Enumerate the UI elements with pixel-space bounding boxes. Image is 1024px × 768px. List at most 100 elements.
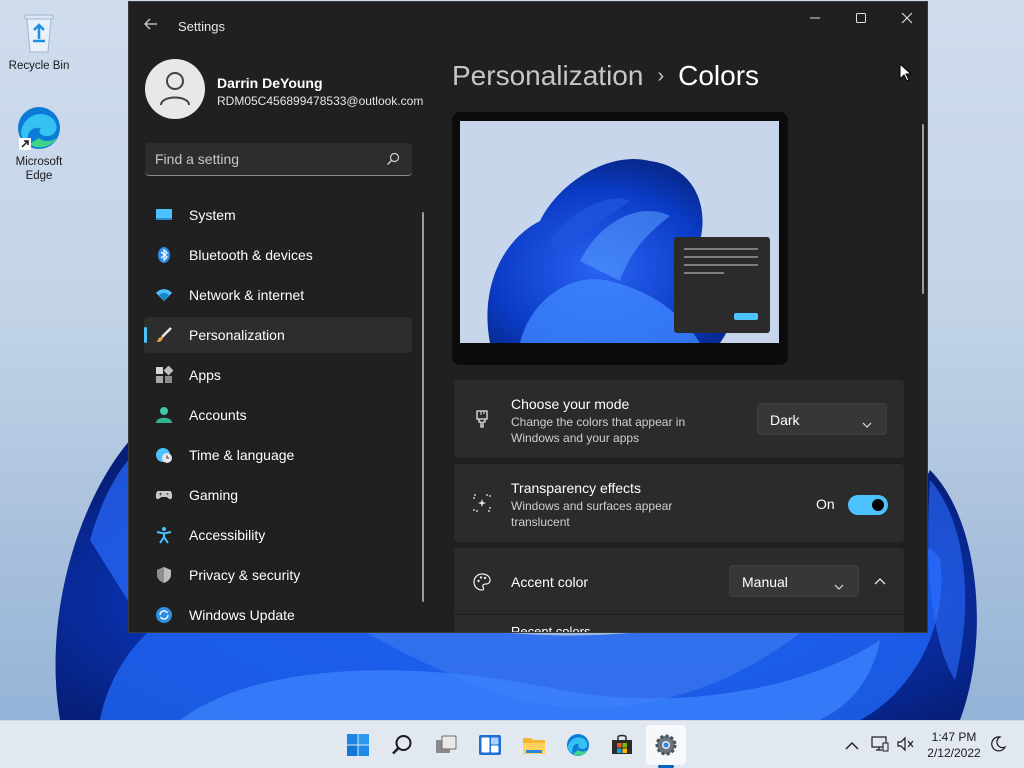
recent-colors-label: Recent colors — [511, 624, 591, 633]
edge-icon — [567, 734, 589, 756]
nav-item-time-language[interactable]: Time & language — [144, 437, 412, 473]
back-button[interactable] — [143, 16, 161, 34]
mode-dropdown[interactable]: Dark — [757, 403, 887, 435]
nav-label: Privacy & security — [189, 567, 301, 583]
widgets-icon — [479, 735, 501, 755]
accent-dropdown[interactable]: Manual — [729, 565, 859, 597]
settings-nav: System Bluetooth & devices Network & int… — [144, 197, 412, 632]
clock-time: 1:47 PM — [931, 730, 977, 744]
nav-label: Personalization — [189, 327, 285, 343]
desktop-icon-microsoft-edge[interactable]: Microsoft Edge — [1, 104, 77, 183]
nav-item-apps[interactable]: Apps — [144, 357, 412, 393]
brush-icon — [155, 326, 173, 344]
chevron-up-icon[interactable] — [873, 575, 887, 589]
task-view-button[interactable] — [426, 725, 466, 765]
start-button[interactable] — [338, 725, 378, 765]
nav-item-privacy-security[interactable]: Privacy & security — [144, 557, 412, 593]
store-button[interactable] — [602, 725, 642, 765]
volume-muted-icon[interactable] — [897, 736, 915, 768]
shield-icon — [155, 566, 173, 584]
search-box[interactable] — [145, 143, 412, 176]
desktop-icon-label: Microsoft Edge — [15, 156, 63, 182]
accessibility-icon — [155, 526, 173, 544]
avatar — [145, 59, 205, 119]
nav-item-personalization[interactable]: Personalization — [144, 317, 412, 353]
maximize-button[interactable] — [838, 2, 884, 34]
settings-taskbar-button[interactable] — [646, 725, 686, 765]
close-icon — [901, 12, 913, 24]
close-button[interactable] — [884, 2, 927, 34]
nav-label: Windows Update — [189, 607, 295, 623]
minimize-button[interactable] — [792, 2, 838, 34]
preview-wallpaper — [460, 121, 779, 343]
nav-label: Network & internet — [189, 287, 305, 303]
transparency-icon — [472, 493, 492, 513]
bluetooth-icon — [155, 246, 173, 264]
settings-icon — [655, 734, 677, 756]
system-clock[interactable]: 1:47 PM 2/12/2022 — [920, 729, 988, 761]
transparency-description: Windows and surfaces appear translucent — [511, 499, 673, 529]
toggle-knob — [872, 499, 884, 511]
mode-value: Dark — [770, 412, 800, 428]
search-input[interactable] — [155, 150, 375, 168]
theme-preview — [452, 112, 788, 365]
palette-icon — [472, 572, 492, 592]
maximize-icon — [856, 13, 866, 23]
taskbar-search-button[interactable] — [382, 725, 422, 765]
nav-item-accessibility[interactable]: Accessibility — [144, 517, 412, 553]
recycle-bin-icon — [15, 8, 63, 56]
nav-item-bluetooth-devices[interactable]: Bluetooth & devices — [144, 237, 412, 273]
update-icon — [155, 606, 173, 624]
nav-item-network-internet[interactable]: Network & internet — [144, 277, 412, 313]
gamepad-icon — [155, 486, 173, 504]
choose-mode-card: Choose your mode Change the colors that … — [454, 380, 904, 458]
accounts-icon — [155, 406, 173, 424]
user-profile[interactable]: Darrin DeYoung RDM05C456899478533@outloo… — [145, 59, 425, 121]
nav-label: System — [189, 207, 236, 223]
chevron-down-icon — [862, 416, 872, 434]
main-scrollbar[interactable] — [922, 124, 924, 294]
apps-icon — [155, 365, 174, 384]
network-icon[interactable] — [871, 736, 889, 768]
chevron-up-icon[interactable] — [845, 738, 859, 768]
nav-item-windows-update[interactable]: Windows Update — [144, 597, 412, 632]
search-icon — [386, 152, 400, 171]
mouse-cursor-icon — [899, 62, 913, 88]
nav-item-gaming[interactable]: Gaming — [144, 477, 412, 513]
breadcrumb-parent[interactable]: Personalization — [452, 60, 643, 91]
task-view-icon — [436, 735, 457, 753]
desktop-icon-recycle-bin[interactable]: Recycle Bin — [1, 8, 77, 73]
mode-title: Choose your mode — [511, 396, 630, 412]
transparency-toggle[interactable] — [848, 495, 888, 515]
person-icon — [160, 72, 190, 106]
minimize-icon — [810, 17, 820, 19]
nav-scrollbar[interactable] — [422, 212, 424, 602]
edge-taskbar-button[interactable] — [558, 725, 598, 765]
accent-color-card: Accent color Manual Recent colors — [454, 548, 904, 633]
breadcrumb: Personalization › Colors — [452, 60, 759, 92]
wifi-icon — [155, 286, 173, 304]
user-name: Darrin DeYoung — [217, 75, 323, 91]
widgets-button[interactable] — [470, 725, 510, 765]
nav-item-accounts[interactable]: Accounts — [144, 397, 412, 433]
preview-window — [674, 237, 770, 333]
search-icon — [392, 735, 412, 755]
desktop-icon-label: Recycle Bin — [8, 60, 70, 72]
focus-assist-icon[interactable] — [990, 736, 1007, 768]
accent-value: Manual — [742, 574, 788, 590]
taskbar: 1:47 PM 2/12/2022 — [0, 720, 1024, 768]
divider — [454, 614, 904, 615]
title-bar: Settings — [129, 2, 927, 48]
nav-item-system[interactable]: System — [144, 197, 412, 233]
nav-label: Gaming — [189, 487, 239, 503]
window-title: Settings — [178, 19, 225, 34]
nav-label: Apps — [189, 367, 221, 383]
user-email: RDM05C456899478533@outlook.com — [217, 94, 424, 108]
edge-icon — [15, 104, 63, 152]
paint-bucket-icon — [472, 409, 492, 429]
accent-title: Accent color — [511, 574, 589, 590]
page-title: Colors — [678, 60, 760, 91]
nav-label: Time & language — [189, 447, 295, 463]
file-explorer-button[interactable] — [514, 725, 554, 765]
clock-date: 2/12/2022 — [927, 746, 981, 760]
